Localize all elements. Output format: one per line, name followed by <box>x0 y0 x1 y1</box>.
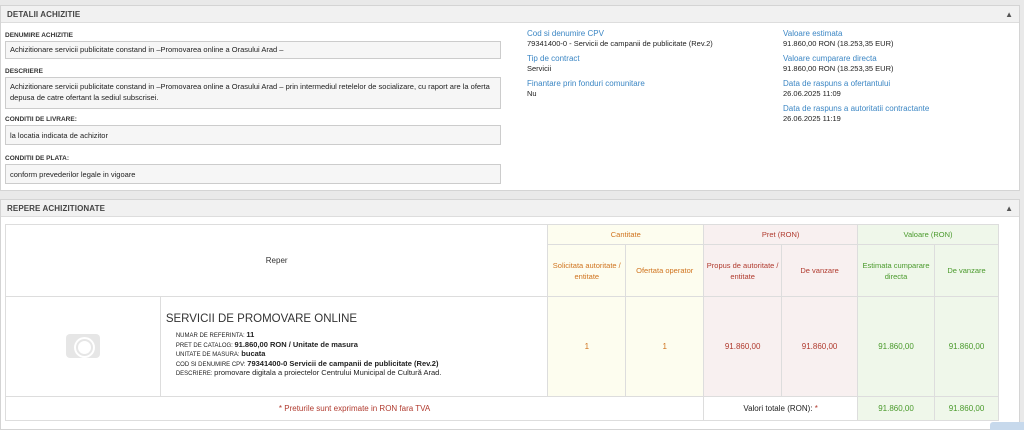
total-estimata: 91.860,00 <box>857 396 935 421</box>
cantitate-header: Cantitate <box>547 224 705 245</box>
descriere-label: DESCRIERE <box>5 68 43 75</box>
valoare-estimata-value: 91.860,00 RON (18.253,35 EUR) <box>783 39 894 48</box>
denumire-label: DENUMIRE ACHIZITIE <box>5 32 74 39</box>
chevron-up-icon[interactable]: ▲ <box>1005 10 1013 19</box>
totals-row: * Preturile sunt exprimate in RON fara T… <box>4 396 1000 421</box>
desc-item-label: DESCRIERE: <box>175 371 213 377</box>
um-label: UNITATE DE MASURA: <box>175 352 240 358</box>
valoare-cumparare-value: 91.860,00 RON (18.253,35 EUR) <box>783 64 894 73</box>
detalii-panel-title: DETALII ACHIZITIE <box>7 9 81 19</box>
pret-propus-header: Propus de autoritate / entitate <box>703 244 783 297</box>
data-autoritate-value: 26.06.2025 11:19 <box>783 114 841 123</box>
valoare-vanzare-header: De vanzare <box>933 244 1000 297</box>
valoare-header: Valoare (RON) <box>857 224 999 245</box>
valoare-estimata: 91.860,00 <box>857 296 935 397</box>
repere-panel-header[interactable]: REPERE ACHIZITIONATE ▲ <box>1 200 1019 217</box>
fonduri-label: Finantare prin fonduri comunitare <box>527 79 645 88</box>
cpv-value: 79341400-0 - Servicii de campanii de pub… <box>527 39 713 48</box>
plata-field[interactable]: conform prevederilor legale in vigoare <box>5 164 501 184</box>
ref-label: NUMAR DE REFERINTA: <box>175 333 245 339</box>
table-row: SERVICII DE PROMOVARE ONLINE NUMAR DE RE… <box>5 296 1000 397</box>
detalii-achizitie-panel: DETALII ACHIZITIE ▲ DENUMIRE ACHIZITIE A… <box>0 5 1020 191</box>
data-ofertant-value: 26.06.2025 11:09 <box>783 89 841 98</box>
item-name: SERVICII DE PROMOVARE ONLINE <box>165 313 358 325</box>
livrare-field[interactable]: la locatia indicata de achizitor <box>5 125 501 145</box>
item-image <box>5 296 161 397</box>
cantitate-ofertata: 1 <box>625 296 705 397</box>
footer-note: * Preturile sunt exprimate in RON fara T… <box>4 396 705 421</box>
total-star: * <box>814 404 818 413</box>
pret-header: Pret (RON) <box>703 224 859 245</box>
reper-header: Reper <box>4 224 549 297</box>
descriere-field[interactable]: Achizitionare servicii publicitate const… <box>5 77 501 109</box>
valoare-cumparare-label: Valoare cumparare directa <box>783 54 877 63</box>
cantitate-solicitata: 1 <box>547 296 627 397</box>
um-value: bucata <box>241 349 266 358</box>
solicitata-header: Solicitata autoritate / entitate <box>547 244 627 297</box>
data-ofertant-label: Data de raspuns a ofertantului <box>783 79 891 88</box>
livrare-label: CONDITII DE LIVRARE: <box>5 116 77 123</box>
desc-item-value: promovare digitala a proiectelor Centrul… <box>214 368 442 377</box>
cpv-item-label: COD SI DENUMIRE CPV: <box>175 361 246 368</box>
pret-catalog-value: 91.860,00 RON / Unitate de masura <box>234 339 358 349</box>
repere-table: Reper Cantitate Pret (RON) Valoare (RON)… <box>4 224 1000 421</box>
pret-catalog-label: PRET DE CATALOG: <box>175 342 233 349</box>
total-label: Valori totale (RON): <box>743 404 813 413</box>
valoare-vanzare: 91.860,00 <box>933 296 1000 397</box>
repere-panel: REPERE ACHIZITIONATE ▲ Reper Cantitate P… <box>0 199 1020 430</box>
pret-vanzare-header: De vanzare <box>781 244 859 297</box>
pret-propus: 91.860,00 <box>703 296 783 397</box>
ofertata-header: Ofertata operator <box>625 244 705 297</box>
tip-contract-label: Tip de contract <box>527 54 580 63</box>
denumire-field[interactable]: Achizitionare servicii publicitate const… <box>5 41 501 59</box>
ref-value: 11 <box>246 330 255 339</box>
fonduri-value: Nu <box>527 89 537 98</box>
detalii-panel-header[interactable]: DETALII ACHIZITIE ▲ <box>1 6 1019 23</box>
valoare-estimata-header: Estimata cumparare directa <box>857 244 935 297</box>
pret-vanzare: 91.860,00 <box>781 296 859 397</box>
data-autoritate-label: Data de raspuns a autoritatii contractan… <box>783 104 930 113</box>
repere-panel-title: REPERE ACHIZITIONATE <box>7 203 106 213</box>
total-label-cell: Valori totale (RON): * <box>703 396 859 421</box>
cpv-item-value: 79341400-0 Servicii de campanii de publi… <box>247 358 439 368</box>
total-vanzare: 91.860,00 <box>933 396 1000 421</box>
cpv-label: Cod si denumire CPV <box>527 29 604 38</box>
chevron-up-icon[interactable]: ▲ <box>1005 204 1013 213</box>
tip-contract-value: Servicii <box>527 64 552 73</box>
scroll-top-button[interactable] <box>990 422 1024 430</box>
plata-label: CONDITII DE PLATA: <box>5 155 70 162</box>
camera-icon <box>65 333 100 358</box>
item-details: SERVICII DE PROMOVARE ONLINE NUMAR DE RE… <box>159 296 549 397</box>
valoare-estimata-label: Valoare estimata <box>783 29 843 38</box>
